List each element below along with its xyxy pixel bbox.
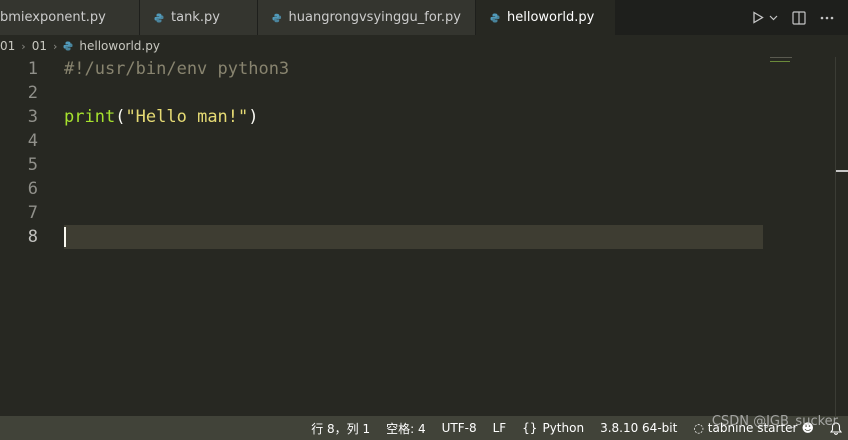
watermark: CSDN @JGB_sucker	[711, 414, 838, 429]
breadcrumb: 01 › 01 › helloworld.py	[0, 35, 848, 57]
tab-bmiexponent[interactable]: bmiexponent.py	[0, 0, 140, 35]
python-file-icon	[272, 13, 282, 22]
code-editor[interactable]: 1 #!/usr/bin/env python3 2 3 print("Hell…	[0, 57, 848, 416]
line-number: 5	[27, 155, 38, 175]
minimap-line	[770, 61, 790, 62]
line-number: 6	[27, 179, 38, 199]
paren-close: )	[248, 107, 259, 127]
tab-label: bmiexponent.py	[0, 10, 106, 25]
tab-helloworld[interactable]: helloworld.py	[476, 0, 616, 35]
minimap[interactable]	[770, 57, 830, 97]
ellipsis-icon	[820, 16, 834, 19]
tab-label: helloworld.py	[507, 10, 595, 25]
function-name: print	[64, 107, 116, 127]
line-number: 8	[27, 227, 38, 247]
minimap-line	[770, 57, 792, 58]
end-of-line[interactable]: LF	[493, 421, 507, 435]
string-literal: "Hello man!"	[125, 107, 249, 127]
tab-tank[interactable]: tank.py	[140, 0, 258, 35]
play-icon	[753, 11, 764, 24]
line-number: 1	[27, 59, 38, 79]
breadcrumb-file[interactable]: helloworld.py	[79, 39, 160, 53]
tab-label: huangrongvsyinggu_for.py	[288, 10, 461, 25]
text-cursor	[64, 227, 66, 247]
code-line[interactable]: 7	[0, 201, 763, 225]
code-line[interactable]: 4	[0, 129, 763, 153]
tab-huangrongvsyinggu[interactable]: huangrongvsyinggu_for.py	[258, 0, 476, 35]
code-line[interactable]: 3 print("Hello man!")	[0, 105, 763, 129]
indentation[interactable]: 空格: 4	[386, 420, 426, 437]
run-python-button[interactable]	[752, 11, 778, 24]
python-file-icon	[154, 13, 164, 22]
current-line-highlight	[64, 225, 763, 249]
line-number: 2	[27, 83, 38, 103]
code-line[interactable]: 5	[0, 153, 763, 177]
python-interpreter[interactable]: 3.8.10 64-bit	[600, 421, 677, 435]
python-file-icon	[63, 41, 73, 51]
shebang-comment: #!/usr/bin/env python3	[64, 59, 290, 79]
print-statement: print("Hello man!")	[64, 105, 259, 129]
tab-label: tank.py	[171, 10, 220, 25]
scrollbar[interactable]	[835, 57, 836, 416]
python-file-icon	[490, 13, 500, 22]
breadcrumb-folder[interactable]: 01	[32, 39, 47, 53]
code-line[interactable]: 2	[0, 81, 763, 105]
editor-actions	[616, 0, 848, 35]
overview-ruler-cursor	[836, 170, 848, 172]
paren-open: (	[115, 107, 126, 127]
split-editor-icon	[792, 10, 806, 25]
line-number: 3	[27, 107, 38, 127]
split-editor-button[interactable]	[792, 10, 806, 25]
language-mode[interactable]: {} Python	[522, 421, 584, 435]
chevron-down-icon	[769, 15, 778, 20]
code-line[interactable]: 1 #!/usr/bin/env python3	[0, 57, 763, 81]
more-actions-button[interactable]	[820, 16, 834, 20]
tabnine-icon: ◌	[693, 421, 704, 435]
language-label: Python	[542, 421, 585, 435]
code-line[interactable]: 8	[0, 225, 763, 249]
encoding[interactable]: UTF-8	[442, 421, 477, 435]
chevron-right-icon: ›	[21, 39, 26, 53]
braces-icon: {}	[522, 421, 538, 435]
chevron-right-icon: ›	[52, 39, 58, 53]
cursor-position[interactable]: 行 8，列 1	[311, 420, 370, 437]
line-number: 4	[27, 131, 38, 151]
code-line[interactable]: 6	[0, 177, 763, 201]
breadcrumb-folder[interactable]: 01	[0, 39, 15, 53]
line-number: 7	[27, 203, 38, 223]
